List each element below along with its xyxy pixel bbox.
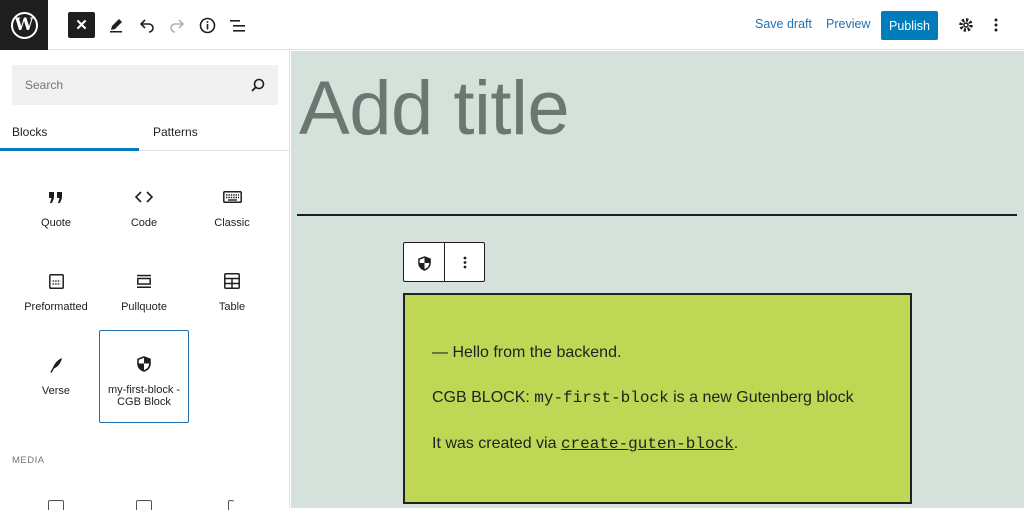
block-label: Code bbox=[130, 217, 158, 229]
cgb-block[interactable]: — Hello from the backend. CGB BLOCK: my-… bbox=[403, 293, 912, 504]
list-view-icon bbox=[229, 19, 245, 32]
line-2-prefix: CGB BLOCK: bbox=[432, 389, 535, 406]
block-label: Pullquote bbox=[121, 301, 167, 313]
tab-patterns[interactable]: Patterns bbox=[139, 115, 278, 151]
quote-icon bbox=[44, 185, 68, 209]
block-inserter-panel: Blocks Patterns Quote Code Classic Prefo… bbox=[0, 51, 290, 510]
redo-button[interactable] bbox=[163, 11, 191, 39]
editor-canvas: Add title — Hello from the backend. CGB … bbox=[291, 51, 1024, 508]
block-slug-code: my-first-block bbox=[534, 389, 669, 407]
block-item-code[interactable]: Code bbox=[99, 166, 189, 256]
editor-header: W ✕ Save draft Preview Publish bbox=[0, 0, 1024, 50]
more-vertical-icon bbox=[463, 256, 467, 268]
separator bbox=[297, 214, 1017, 216]
info-icon bbox=[199, 17, 215, 33]
publish-button[interactable]: Publish bbox=[881, 11, 938, 40]
block-toolbar bbox=[403, 242, 485, 282]
more-vertical-icon bbox=[994, 18, 998, 32]
preview-button[interactable]: Preview bbox=[826, 17, 870, 31]
line-2-suffix: is a new Gutenberg block bbox=[668, 389, 854, 406]
tab-blocks[interactable]: Blocks bbox=[0, 115, 139, 151]
audio-block-icon[interactable] bbox=[228, 500, 234, 510]
block-label: Table bbox=[218, 301, 246, 313]
gallery-block-icon[interactable] bbox=[136, 500, 152, 510]
block-item-preformatted[interactable]: Preformatted bbox=[11, 250, 101, 340]
block-item-pullquote[interactable]: Pullquote bbox=[99, 250, 189, 340]
block-line-1: — Hello from the backend. bbox=[432, 343, 910, 362]
close-inserter-button[interactable]: ✕ bbox=[68, 12, 95, 38]
line-3-suffix: . bbox=[733, 435, 739, 452]
redo-icon bbox=[170, 19, 185, 33]
block-item-quote[interactable]: Quote bbox=[11, 166, 101, 256]
pencil-icon bbox=[110, 19, 122, 33]
list-view-button[interactable] bbox=[223, 11, 251, 39]
create-guten-block-code: create-guten-block bbox=[560, 435, 734, 453]
block-search-input[interactable] bbox=[12, 65, 242, 105]
keyboard-icon bbox=[220, 185, 244, 209]
wordpress-logo-icon: W bbox=[10, 11, 38, 39]
block-line-3: It was created via create-guten-block. bbox=[432, 434, 910, 454]
tools-button[interactable] bbox=[102, 11, 130, 39]
shield-icon bbox=[417, 255, 431, 271]
wordpress-logo-button[interactable]: W bbox=[0, 0, 48, 50]
create-guten-block-link[interactable]: create-guten-block bbox=[560, 435, 734, 453]
block-type-button[interactable] bbox=[415, 254, 433, 272]
options-button[interactable] bbox=[982, 11, 1010, 39]
line-3-prefix: It was created via bbox=[432, 435, 561, 452]
close-icon: ✕ bbox=[75, 17, 88, 34]
inserter-tabs: Blocks Patterns bbox=[0, 115, 290, 151]
search-icon[interactable] bbox=[250, 77, 266, 93]
block-line-2: CGB BLOCK: my-first-block is a new Guten… bbox=[432, 388, 910, 408]
pullquote-icon bbox=[132, 269, 156, 293]
block-options-button[interactable] bbox=[452, 251, 478, 273]
block-label: Preformatted bbox=[24, 301, 88, 313]
feather-icon bbox=[44, 353, 68, 377]
code-icon bbox=[132, 185, 156, 209]
block-item-verse[interactable]: Verse bbox=[11, 334, 101, 424]
image-block-icon[interactable] bbox=[48, 500, 64, 510]
block-item-my-first-block[interactable]: my-first-block - CGB Block bbox=[99, 330, 189, 423]
save-draft-button[interactable]: Save draft bbox=[755, 17, 812, 31]
block-label: Verse bbox=[41, 385, 71, 397]
block-search bbox=[12, 65, 278, 105]
details-button[interactable] bbox=[193, 11, 221, 39]
media-category-heading: MEDIA bbox=[12, 455, 45, 466]
block-label: Quote bbox=[41, 217, 71, 229]
undo-icon bbox=[139, 19, 154, 33]
post-title-input[interactable]: Add title bbox=[299, 65, 570, 152]
settings-button[interactable] bbox=[952, 11, 980, 39]
toolbar-divider bbox=[444, 243, 445, 281]
block-label: Classic bbox=[214, 217, 250, 229]
backend-greeting: — Hello from the backend. bbox=[432, 344, 622, 361]
block-item-table[interactable]: Table bbox=[187, 250, 277, 340]
block-item-classic[interactable]: Classic bbox=[187, 166, 277, 256]
gear-icon bbox=[959, 18, 973, 32]
block-label: my-first-block - CGB Block bbox=[107, 384, 181, 408]
shield-icon bbox=[132, 352, 156, 376]
table-icon bbox=[220, 269, 244, 293]
preformatted-icon bbox=[44, 269, 68, 293]
undo-button[interactable] bbox=[133, 11, 161, 39]
